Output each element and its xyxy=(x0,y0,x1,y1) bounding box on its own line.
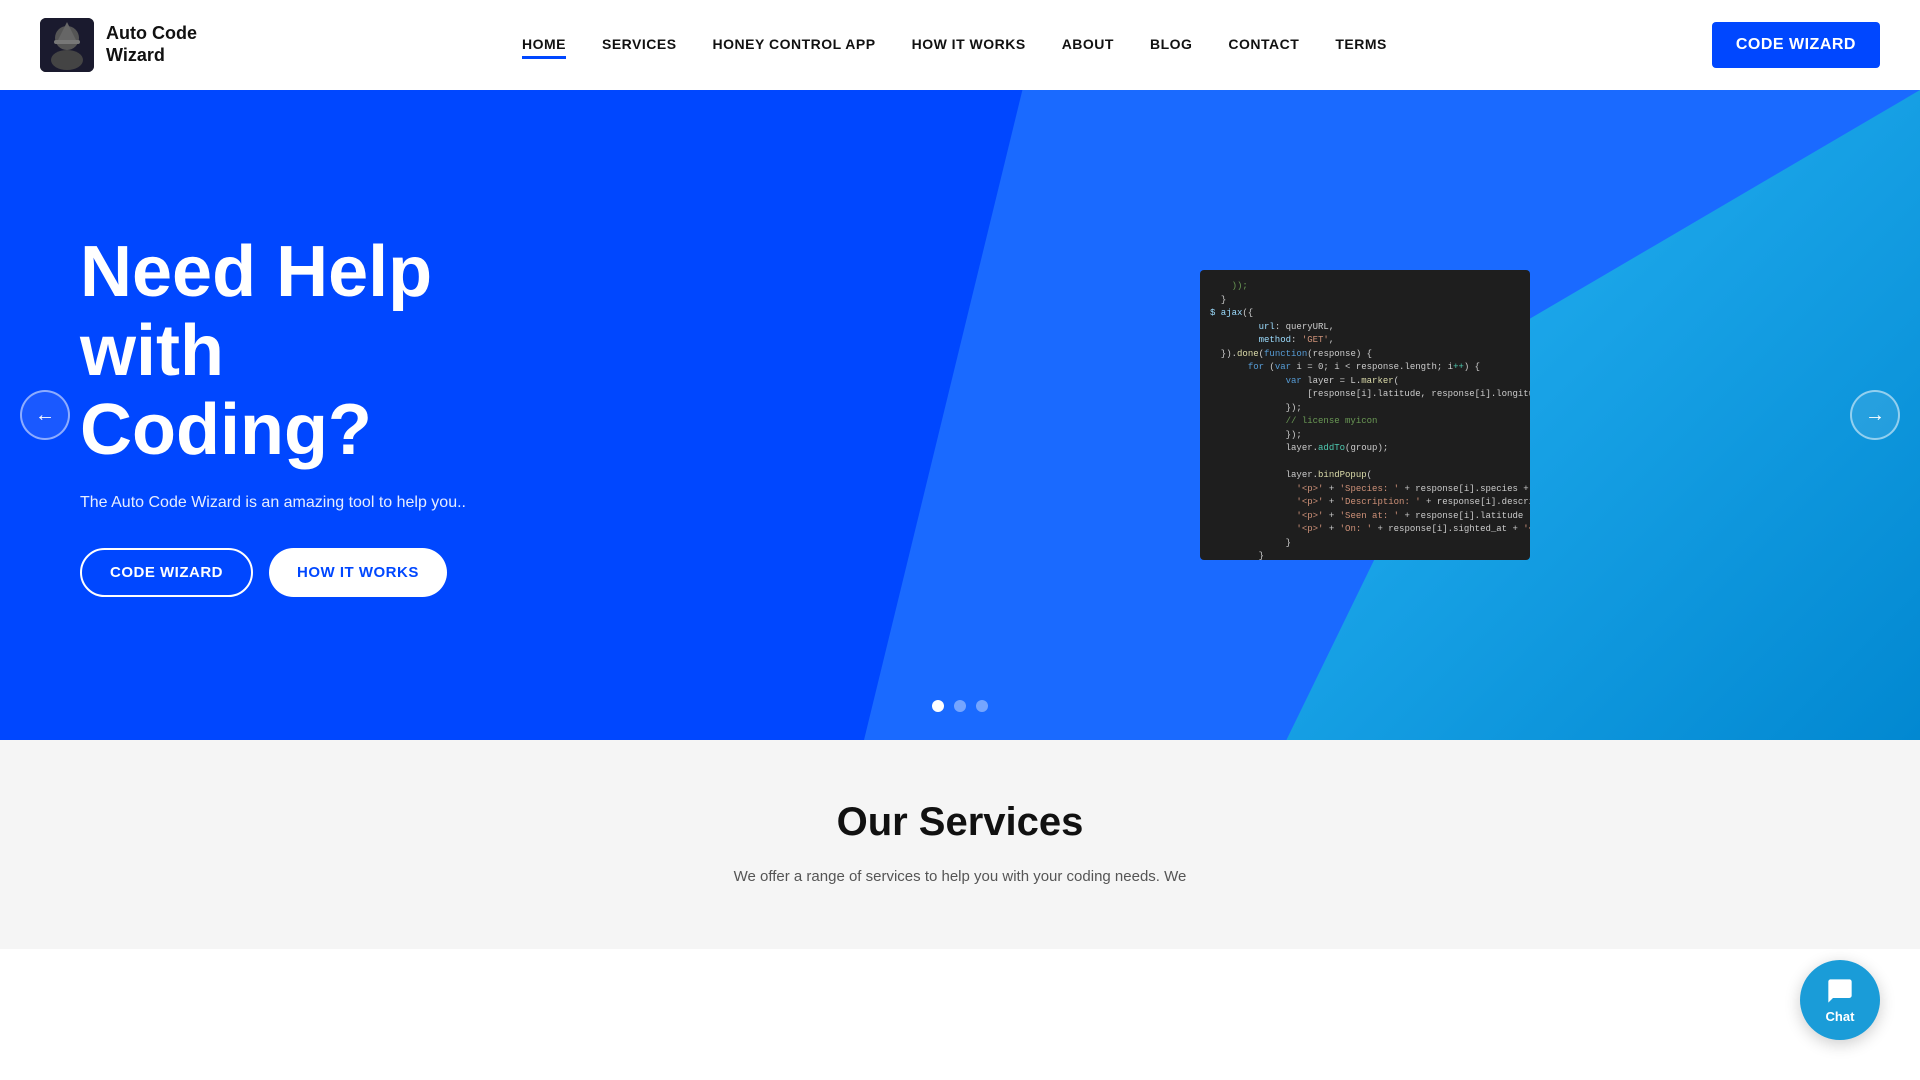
hero-code-wizard-button[interactable]: CODE WIZARD xyxy=(80,548,253,597)
hero-subtitle: The Auto Code Wizard is an amazing tool … xyxy=(80,494,466,512)
brand-name: Auto CodeWizard xyxy=(106,23,197,66)
brand-logo-link[interactable]: Auto CodeWizard xyxy=(40,18,197,72)
chat-icon xyxy=(1826,977,1854,1005)
nav-services[interactable]: SERVICES xyxy=(602,36,677,52)
chat-label: Chat xyxy=(1826,1009,1855,1024)
navbar: Auto CodeWizard HOME SERVICES HONEY CONT… xyxy=(0,0,1920,90)
hero-buttons: CODE WIZARD HOW IT WORKS xyxy=(80,548,466,597)
nav-contact[interactable]: CONTACT xyxy=(1228,36,1299,52)
nav-honey-control-app[interactable]: HONEY CONTROL APP xyxy=(713,36,876,52)
hero-title: Need Help with Coding? xyxy=(80,233,466,471)
services-section: Our Services We offer a range of service… xyxy=(0,740,1920,949)
nav-links: HOME SERVICES HONEY CONTROL APP HOW IT W… xyxy=(522,36,1387,54)
hero-section: ← Need Help with Coding? The Auto Code W… xyxy=(0,90,1920,740)
nav-how-it-works[interactable]: HOW IT WORKS xyxy=(912,36,1026,52)
carousel-dot-3[interactable] xyxy=(976,700,988,712)
services-subtitle: We offer a range of services to help you… xyxy=(610,865,1310,889)
chat-button[interactable]: Chat xyxy=(1800,960,1880,1040)
hero-how-it-works-button[interactable]: HOW IT WORKS xyxy=(269,548,447,597)
code-snippet-image: )); } $ ajax({ url: queryURL, method: 'G… xyxy=(1200,270,1530,560)
nav-blog[interactable]: BLOG xyxy=(1150,36,1192,52)
nav-cta-button[interactable]: CODE WIZARD xyxy=(1712,22,1880,68)
services-title: Our Services xyxy=(80,800,1840,845)
nav-home[interactable]: HOME xyxy=(522,36,566,59)
carousel-next-button[interactable]: → xyxy=(1850,390,1900,440)
carousel-dot-1[interactable] xyxy=(932,700,944,712)
carousel-prev-button[interactable]: ← xyxy=(20,390,70,440)
brand-logo xyxy=(40,18,94,72)
hero-content: Need Help with Coding? The Auto Code Wiz… xyxy=(0,173,546,658)
carousel-dots xyxy=(932,700,988,712)
carousel-dot-2[interactable] xyxy=(954,700,966,712)
nav-about[interactable]: ABOUT xyxy=(1062,36,1114,52)
nav-terms[interactable]: TERMS xyxy=(1335,36,1387,52)
